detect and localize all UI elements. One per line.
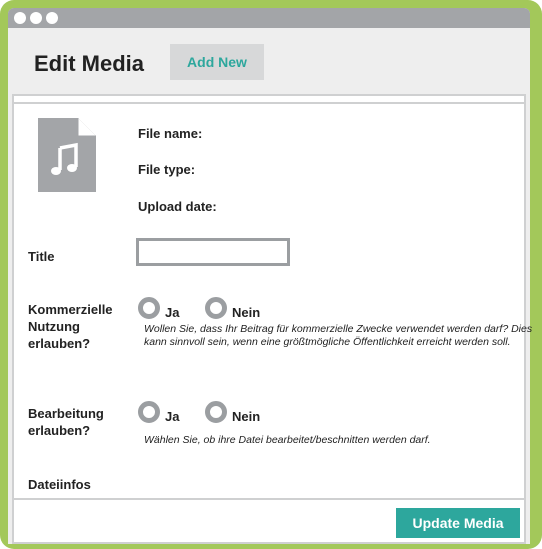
commercial-yes-label: Ja	[165, 305, 180, 320]
window-control-dot[interactable]	[30, 12, 42, 24]
outer-frame: Edit Media Add New File name: File type:…	[0, 0, 542, 549]
commercial-no-label: Nein	[232, 305, 261, 320]
editing-yes-radio[interactable]	[138, 401, 160, 423]
update-media-button[interactable]: Update Media	[396, 508, 520, 538]
commercial-use-help: Wollen Sie, dass Ihr Beitrag für kommerz…	[144, 323, 533, 348]
title-label: Title	[28, 249, 55, 264]
window-control-dot[interactable]	[46, 12, 58, 24]
editing-yes-label: Ja	[165, 409, 180, 424]
editing-no-label: Nein	[232, 409, 261, 424]
window-control-dot[interactable]	[14, 12, 26, 24]
title-input[interactable]	[136, 238, 290, 266]
page-title: Edit Media	[34, 51, 145, 76]
editing-allowed-label: Bearbeitung erlauben?	[28, 406, 104, 438]
commercial-yes-radio[interactable]	[138, 297, 160, 319]
upload-date-label: Upload date:	[138, 199, 217, 214]
commercial-use-label: Kommerzielle Nutzung erlauben?	[28, 302, 113, 351]
add-new-button[interactable]: Add New	[170, 44, 264, 80]
editing-allowed-help: Wählen Sie, ob ihre Datei bearbeitet/bes…	[144, 434, 431, 446]
divider	[14, 102, 524, 104]
file-name-label: File name:	[138, 126, 203, 141]
window-titlebar	[8, 8, 530, 28]
commercial-no-radio[interactable]	[205, 297, 227, 319]
divider	[14, 498, 524, 500]
file-details-label: Dateiinfos	[28, 477, 91, 492]
audio-file-icon	[38, 118, 96, 192]
file-type-label: File type:	[138, 162, 196, 177]
editing-no-radio[interactable]	[205, 401, 227, 423]
